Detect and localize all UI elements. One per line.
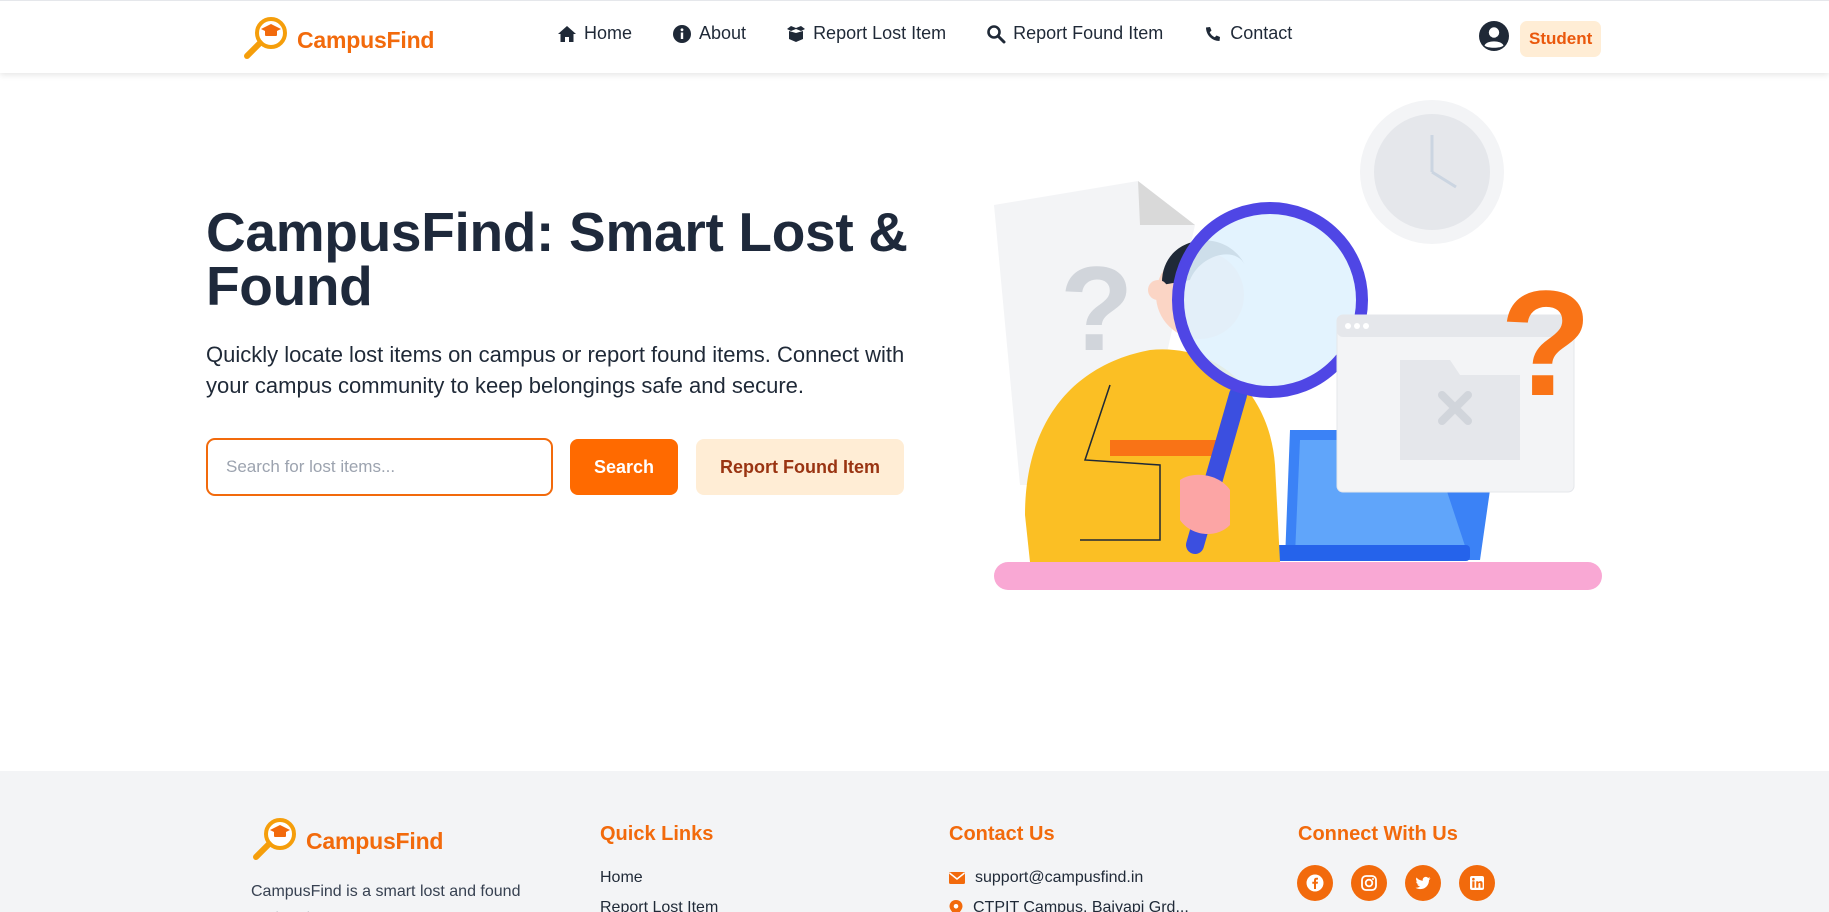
info-icon [673, 24, 692, 43]
nav-item-report-lost[interactable]: Report Lost Item [786, 23, 946, 44]
footer-link-home[interactable]: Home [600, 869, 643, 887]
twitter-icon[interactable] [1405, 865, 1441, 901]
clock-icon [1360, 100, 1504, 244]
footer-brand-name: CampusFind [306, 828, 444, 854]
quick-links-heading: Quick Links [600, 823, 714, 845]
hero-illustration: ? ? [990, 95, 1610, 605]
nav-item-label: Home [584, 23, 633, 43]
footer-description: CampusFind is a smart lost and found sys… [251, 883, 521, 912]
contact-address: CTPIT Campus, Baiyapi Grd... [949, 899, 1189, 912]
search-input[interactable] [206, 438, 553, 496]
user-circle-icon[interactable] [1478, 20, 1510, 57]
contact-email[interactable]: support@campusfind.in [949, 869, 1143, 887]
facebook-icon[interactable] [1297, 865, 1333, 901]
nav-item-label: Contact [1230, 23, 1293, 43]
search-icon [987, 24, 1006, 43]
nav-item-label: Report Found Item [1013, 23, 1164, 43]
nav-item-home[interactable]: Home [557, 23, 632, 44]
svg-text:?: ? [1060, 242, 1133, 376]
contact-address-text: CTPIT Campus, Baiyapi Grd... [973, 899, 1189, 912]
hero-title: CampusFind: Smart Lost & Found [206, 201, 908, 317]
nav-item-about[interactable]: About [672, 23, 746, 44]
location-pin-icon [949, 900, 963, 912]
home-icon [558, 25, 576, 42]
phone-icon [1206, 26, 1221, 41]
nav-item-contact[interactable]: Contact [1203, 23, 1292, 44]
nav-item-label: Report Lost Item [813, 23, 947, 43]
nav-item-report-found[interactable]: Report Found Item [986, 23, 1163, 44]
linkedin-icon[interactable] [1459, 865, 1495, 901]
svg-text:?: ? [1500, 259, 1592, 427]
envelope-icon [949, 872, 965, 884]
brand-name: CampusFind [297, 27, 435, 53]
user-area: Student [1478, 20, 1602, 57]
footer-link-report-lost[interactable]: Report Lost Item [600, 899, 718, 912]
nav-item-label: About [699, 23, 747, 43]
user-role-badge[interactable]: Student [1520, 20, 1602, 57]
search-button[interactable]: Search [570, 439, 678, 495]
contact-email-text: support@campusfind.in [975, 869, 1144, 886]
logo-icon [241, 15, 291, 66]
logo-icon [250, 816, 300, 867]
social-links [1297, 865, 1495, 901]
brand-logo[interactable]: CampusFind [241, 15, 434, 66]
social-heading: Connect With Us [1298, 823, 1458, 845]
hero-subtitle: Quickly locate lost items on campus or r… [206, 342, 905, 398]
instagram-icon[interactable] [1351, 865, 1387, 901]
nav-menu: Home About Report Lost Item Report Found… [557, 23, 1292, 44]
footer: CampusFind CampusFind is a smart lost an… [0, 771, 1829, 912]
report-found-button[interactable]: Report Found Item [696, 439, 904, 495]
box-icon [787, 25, 806, 42]
navbar: CampusFind Home About Report Lost Item R… [0, 0, 1829, 73]
footer-brand[interactable]: CampusFind [250, 816, 443, 867]
contact-heading: Contact Us [949, 823, 1055, 845]
